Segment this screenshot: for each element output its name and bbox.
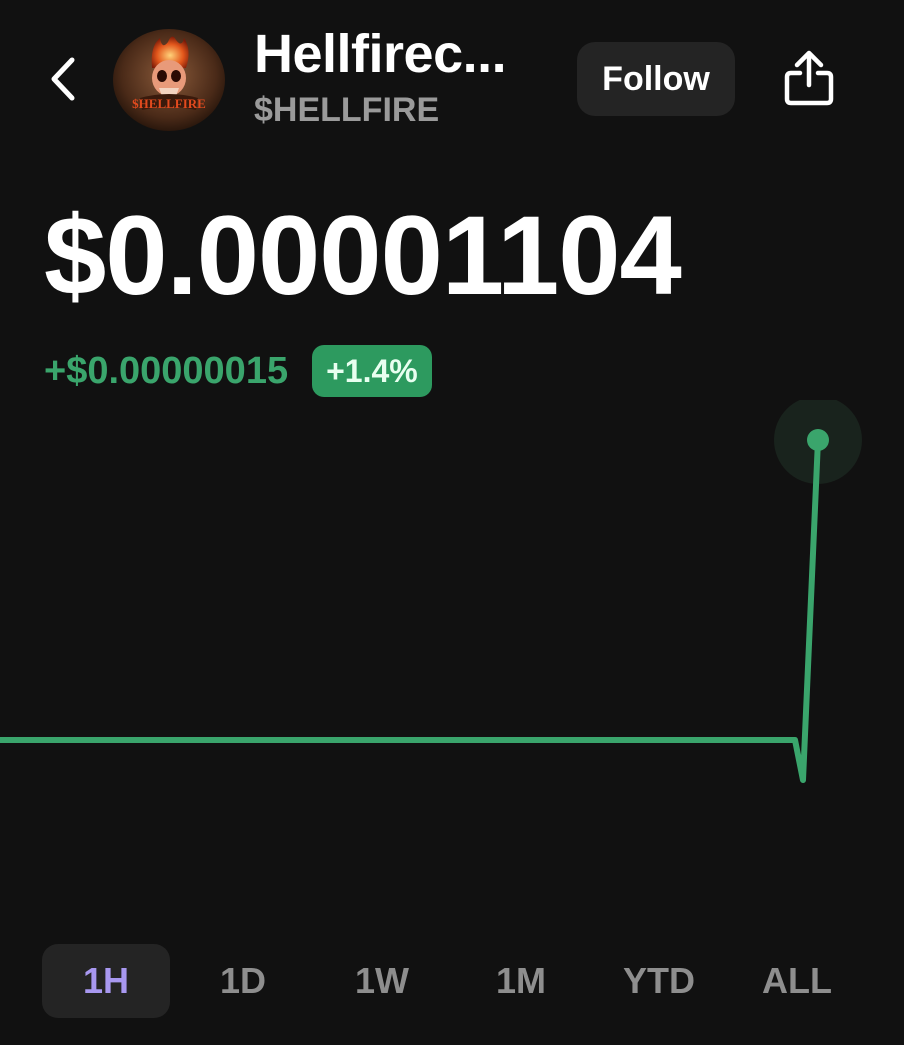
token-name: Hellfirec... — [254, 24, 507, 84]
tab-1h[interactable]: 1H — [42, 944, 170, 1018]
tab-all[interactable]: ALL — [733, 944, 861, 1018]
avatar-label: $HELLFIRE — [132, 96, 206, 111]
price-chart[interactable] — [0, 400, 904, 920]
chevron-left-icon — [51, 57, 75, 101]
current-price: $0.00001104 — [44, 193, 682, 318]
tab-ytd[interactable]: YTD — [595, 944, 723, 1018]
token-avatar: $HELLFIRE — [112, 28, 226, 132]
share-button[interactable] — [776, 40, 842, 116]
current-point — [807, 429, 829, 451]
token-title-block: Hellfirec... $HELLFIRE — [254, 24, 564, 130]
token-detail-screen: $HELLFIRE Hellfirec... $HELLFIRE Follow … — [0, 0, 904, 1045]
tab-1w[interactable]: 1W — [318, 944, 446, 1018]
price-change-absolute: +$0.00000015 — [44, 350, 289, 392]
price-change-percent-badge: +1.4% — [312, 345, 432, 397]
price-change-row: +$0.00000015 +1.4% — [44, 344, 432, 398]
back-button[interactable] — [38, 52, 88, 106]
tab-1m[interactable]: 1M — [457, 944, 585, 1018]
follow-button[interactable]: Follow — [577, 42, 735, 116]
tab-1d[interactable]: 1D — [179, 944, 307, 1018]
share-icon — [784, 50, 834, 106]
price-line — [0, 437, 821, 783]
token-ticker: $HELLFIRE — [254, 91, 440, 129]
time-range-tabs: 1H 1D 1W 1M YTD ALL — [0, 944, 904, 1020]
